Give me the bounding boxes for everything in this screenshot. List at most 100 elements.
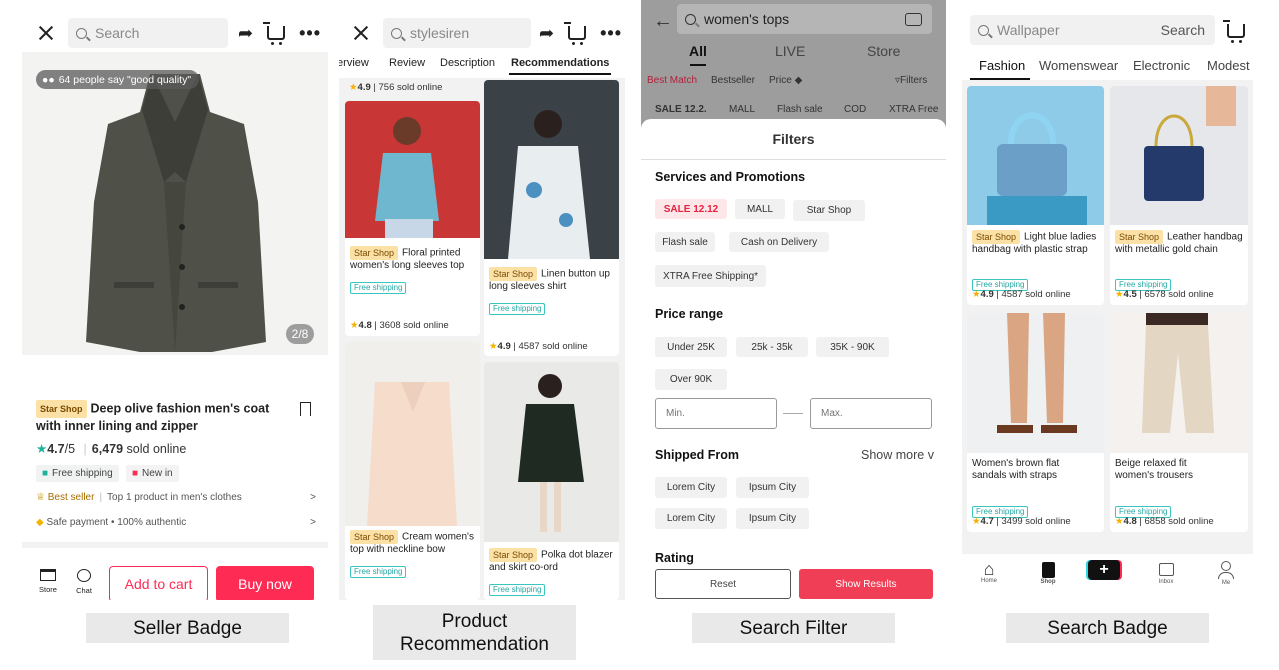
tab-fashion[interactable]: Fashion xyxy=(979,58,1025,73)
quick-flash-sale[interactable]: Flash sale xyxy=(777,104,823,115)
tab-overview[interactable]: Overview xyxy=(339,57,369,69)
chip-xtra[interactable]: XTRA Free Shipping* xyxy=(655,265,766,287)
star-icon: ★ xyxy=(36,442,48,456)
sort-best-match[interactable]: Best Match xyxy=(647,75,697,86)
chevron-right-icon: > xyxy=(310,517,316,528)
min-price-field[interactable] xyxy=(655,398,777,429)
rating-row: ★4.7/5 | 6,479 sold online xyxy=(36,442,187,456)
close-icon[interactable] xyxy=(353,25,369,41)
add-to-cart-button[interactable]: Add to cart xyxy=(109,566,208,600)
tab-electronic[interactable]: Electronic xyxy=(1133,58,1190,73)
chip-city[interactable]: Lorem City xyxy=(655,508,727,529)
bookmark-icon[interactable] xyxy=(300,402,311,416)
free-shipping-badge: Free shipping xyxy=(350,566,407,578)
show-results-button[interactable]: Show Results xyxy=(799,569,933,599)
chat-icon xyxy=(77,569,91,582)
star-icon: ★ xyxy=(349,82,358,93)
free-shipping-badge: Free shipping xyxy=(489,303,546,315)
product-image[interactable] xyxy=(22,52,328,355)
quick-xtra-free[interactable]: XTRA Free xyxy=(889,104,938,115)
star-icon: ★ xyxy=(350,320,359,331)
chip-star-shop[interactable]: Star Shop xyxy=(793,200,865,221)
chip-cod[interactable]: Cash on Delivery xyxy=(729,232,829,252)
chip-city[interactable]: Lorem City xyxy=(655,477,727,498)
store-button[interactable]: Store xyxy=(34,569,62,594)
chip-35k-90k[interactable]: 35K - 90K xyxy=(816,337,889,357)
range-dash xyxy=(783,413,803,414)
nav-shop[interactable]: Shop xyxy=(1028,560,1068,585)
product-tile[interactable]: Beige relaxed fit women's trousers Free … xyxy=(1110,313,1248,532)
product-tile[interactable]: Star Shop Light blue ladies handbag with … xyxy=(967,86,1104,305)
max-price-field[interactable] xyxy=(810,398,932,429)
search-input[interactable]: Wallpaper Search xyxy=(970,15,1215,45)
quick-cod[interactable]: COD xyxy=(844,104,866,115)
tab-modest[interactable]: Modest xyxy=(1207,58,1250,73)
sort-bestseller[interactable]: Bestseller xyxy=(711,75,755,86)
rating-row: ★4.5 | 6578 sold online xyxy=(1115,289,1214,300)
safe-payment-row[interactable]: ◆ Safe payment • 100% authentic > xyxy=(36,517,316,528)
tab-description[interactable]: Description xyxy=(440,57,495,69)
product-tile[interactable]: Star Shop Leather handbag with metallic g… xyxy=(1110,86,1248,305)
star-shop-badge: Star Shop xyxy=(972,230,1021,244)
sandals-illustration xyxy=(997,313,1077,433)
quick-mall[interactable]: MALL xyxy=(729,104,755,115)
product-image-floral-top xyxy=(345,101,480,238)
chip-mall[interactable]: MALL xyxy=(735,199,785,219)
chip-city[interactable]: Ipsum City xyxy=(736,508,809,529)
nav-inbox[interactable]: Inbox xyxy=(1146,560,1186,585)
share-icon[interactable]: ➦ xyxy=(539,23,554,44)
chip-over-90k[interactable]: Over 90K xyxy=(655,369,727,390)
caption-seller-badge: Seller Badge xyxy=(86,613,289,643)
tab-recommendations[interactable]: Recommendations xyxy=(511,57,609,69)
product-tile[interactable]: Star Shop Floral printed women's long sle… xyxy=(345,101,480,336)
tab-review[interactable]: Review xyxy=(389,57,425,69)
tab-live[interactable]: LIVE xyxy=(775,43,805,59)
best-seller-row[interactable]: ♕ Best seller | Top 1 product in men's clo… xyxy=(36,492,316,503)
nav-home[interactable]: ⌂ Home xyxy=(969,560,1009,584)
search-input[interactable]: women's tops xyxy=(677,4,932,34)
nav-me[interactable]: Me xyxy=(1206,560,1246,586)
product-tile[interactable]: Women's brown flat sandals with straps F… xyxy=(967,313,1104,532)
close-icon[interactable] xyxy=(38,25,54,41)
product-image-brown-sandals xyxy=(967,313,1104,453)
search-input[interactable]: Search xyxy=(68,18,228,48)
cart-icon[interactable] xyxy=(263,22,286,45)
cart-icon[interactable] xyxy=(564,22,587,45)
filter-sheet: Filters Services and Promotions SALE 12.… xyxy=(641,119,946,600)
create-button[interactable]: + xyxy=(1088,560,1120,580)
cart-icon[interactable] xyxy=(1223,20,1245,43)
back-icon[interactable]: ← xyxy=(653,10,673,33)
filters-button[interactable]: ▿Filters xyxy=(895,75,927,86)
chip-flash-sale[interactable]: Flash sale xyxy=(655,232,715,252)
show-more-button[interactable]: Show more v xyxy=(861,448,934,462)
shield-icon: ◆ xyxy=(36,517,44,528)
star-icon: ★ xyxy=(972,516,981,527)
chip-25k-35k[interactable]: 25k - 35k xyxy=(736,337,808,357)
buy-now-button[interactable]: Buy now xyxy=(216,566,314,600)
tab-store[interactable]: Store xyxy=(867,43,900,59)
reset-button[interactable]: Reset xyxy=(655,569,791,599)
chip-city[interactable]: Ipsum City xyxy=(736,477,809,498)
tab-womenswear[interactable]: Womenswear xyxy=(1039,58,1118,73)
chevron-down-icon: v xyxy=(927,448,934,462)
chip-under-25k[interactable]: Under 25K xyxy=(655,337,727,357)
product-tile[interactable]: Star Shop Linen button up long sleeves sh… xyxy=(484,80,619,356)
chat-button[interactable]: Chat xyxy=(70,569,98,595)
camera-icon[interactable] xyxy=(905,12,922,26)
search-icon xyxy=(685,13,696,25)
product-tile[interactable]: Star Shop Polka dot blazer and skirt co-o… xyxy=(484,362,619,600)
quick-sale[interactable]: SALE 12.2. xyxy=(655,104,707,115)
chip-sale[interactable]: SALE 12.12 xyxy=(655,199,727,219)
share-icon[interactable]: ➦ xyxy=(238,23,253,44)
search-button[interactable]: Search xyxy=(1161,22,1205,38)
search-input[interactable]: stylesiren xyxy=(383,18,531,48)
chevron-right-icon: > xyxy=(310,492,316,503)
sort-price[interactable]: Price ◆ xyxy=(769,75,802,86)
more-icon[interactable]: ••• xyxy=(299,23,321,44)
active-tab-indicator xyxy=(509,73,611,75)
product-tile[interactable]: Star Shop Cream women's top with neckline… xyxy=(345,342,480,600)
more-icon[interactable]: ••• xyxy=(600,23,622,44)
divider xyxy=(22,542,328,548)
free-shipping-badge: Free shipping xyxy=(350,282,407,294)
tab-all[interactable]: All xyxy=(689,43,707,59)
